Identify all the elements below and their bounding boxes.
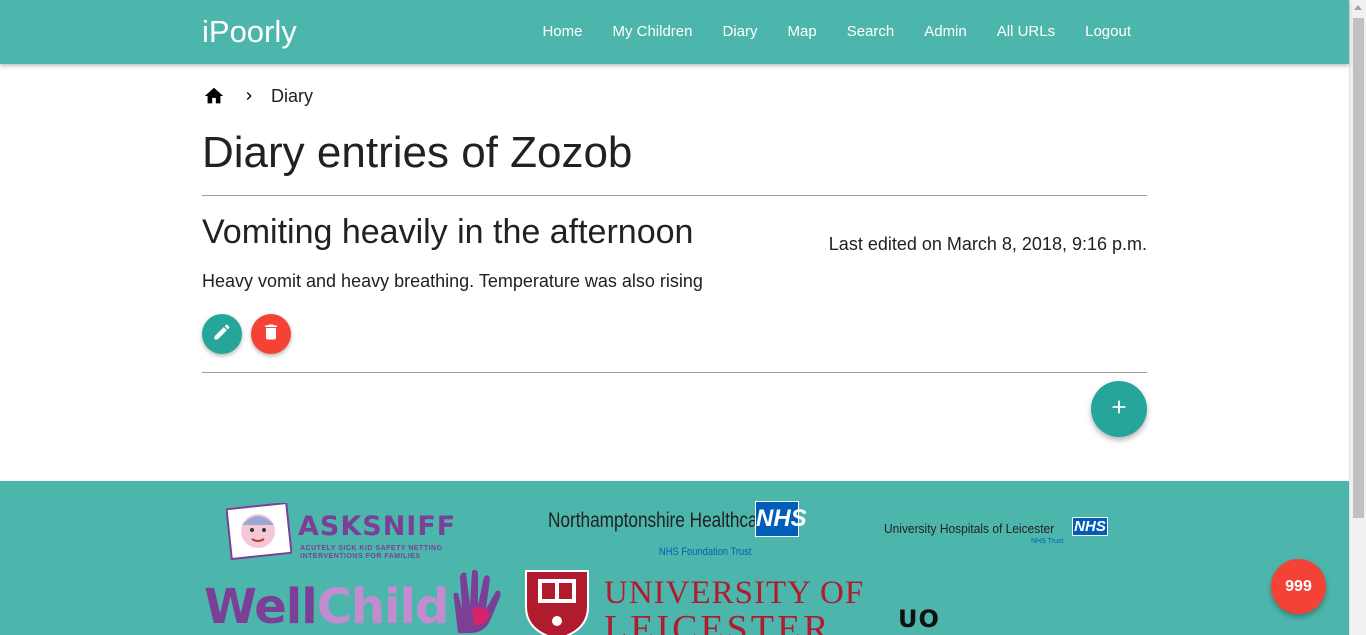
nav-admin-link[interactable]: Admin	[909, 0, 982, 64]
asksniff-tagline-2: INTERVENTIONS FOR FAMILIES	[300, 553, 421, 560]
hand-print-icon	[453, 569, 501, 633]
asksniff-tagline-1: ACUTELY SICK KID SAFETY NETTING	[300, 545, 443, 552]
scrollbar-thumb[interactable]	[1353, 18, 1364, 518]
breadcrumb: Diary	[203, 84, 313, 108]
uol-line-2: LEICESTER	[604, 608, 832, 635]
nhs-badge: NHS	[755, 501, 807, 537]
uol-wordmark: UNIVERSITY OF LEICESTER	[604, 575, 864, 635]
nhs-badge: NHS	[1072, 517, 1108, 536]
uol-shield-icon	[525, 570, 589, 635]
wellchild-wordmark: WellChild	[204, 579, 450, 635]
nav-search-link[interactable]: Search	[832, 0, 910, 64]
entry-last-edited: Last edited on March 8, 2018, 9:16 p.m.	[828, 234, 1147, 254]
scroll-up-arrow-icon[interactable]	[1354, 5, 1362, 10]
uol-line-1: UNIVERSITY OF	[604, 575, 865, 611]
add-entry-button[interactable]	[1091, 381, 1147, 437]
delete-entry-button[interactable]	[251, 314, 291, 354]
northamptonshire-sub: NHS Foundation Trust	[659, 546, 752, 558]
nav-my-children-link[interactable]: My Children	[597, 0, 707, 64]
uo-logo: UO	[898, 605, 1038, 635]
chevron-right-icon	[241, 88, 257, 104]
top-navbar: iPoorly Home My Children Diary Map Searc…	[0, 0, 1349, 64]
wellchild-child: Child	[316, 579, 450, 635]
entry-body: Heavy vomit and heavy breathing. Tempera…	[202, 271, 703, 291]
edit-entry-button[interactable]	[202, 314, 242, 354]
plus-icon	[1108, 396, 1130, 423]
brand-logo-link[interactable]: iPoorly	[202, 14, 297, 50]
asksniff-sniff: SNIFF	[362, 511, 457, 542]
northamptonshire-nhs-logo: Northamptonshire Healthcare NHS NHS Foun…	[546, 499, 807, 563]
nav-all-urls-link[interactable]: All URLs	[982, 0, 1070, 64]
asksniff-logo: ASKSNIFF ACUTELY SICK KID SAFETY NETTING…	[226, 501, 476, 563]
uhl-name: University Hospitals of Leicester	[884, 521, 1055, 536]
title-divider	[202, 195, 1147, 196]
uhl-sub: NHS Trust	[1031, 538, 1064, 545]
footer-partners: ASKSNIFF ACUTELY SICK KID SAFETY NETTING…	[0, 481, 1349, 635]
nav-home-link[interactable]: Home	[527, 0, 597, 64]
breadcrumb-current: Diary	[271, 85, 314, 106]
nav-logout-link[interactable]: Logout	[1070, 0, 1131, 64]
emergency-999-button[interactable]: 999	[1271, 559, 1326, 614]
wellchild-logo: WellChild	[204, 567, 504, 635]
pencil-icon	[212, 322, 232, 347]
nav-links: Home My Children Diary Map Search Admin …	[527, 0, 1131, 64]
uhl-nhs-logo: University Hospitals of Leicester NHS NH…	[884, 516, 1114, 550]
nav-diary-link[interactable]: Diary	[707, 0, 772, 64]
northamptonshire-name: Northamptonshire Healthcare	[548, 509, 773, 532]
page: iPoorly Home My Children Diary Map Searc…	[0, 0, 1366, 635]
asksniff-wordmark: ASKSNIFF	[298, 511, 456, 542]
entry-title: Vomiting heavily in the afternoon	[202, 213, 694, 251]
trash-icon	[261, 322, 281, 347]
page-scrollbar[interactable]	[1349, 0, 1366, 635]
university-of-leicester-logo: UNIVERSITY OF LEICESTER	[524, 567, 863, 635]
asksniff-tagline: ACUTELY SICK KID SAFETY NETTING INTERVEN…	[300, 545, 443, 561]
wellchild-well: Well	[204, 579, 318, 635]
home-icon[interactable]	[203, 85, 225, 107]
entry-divider	[202, 372, 1147, 373]
page-title: Diary entries of Zozob	[202, 128, 633, 177]
nav-map-link[interactable]: Map	[773, 0, 832, 64]
uo-wordmark: UO	[898, 605, 940, 633]
asksniff-ask: ASK	[298, 511, 363, 542]
